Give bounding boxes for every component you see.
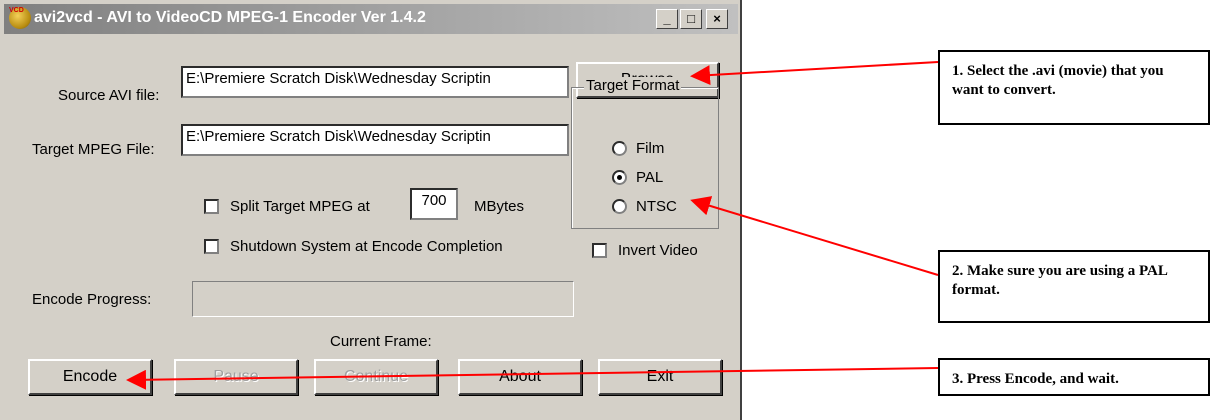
- arrow-to-browse: [690, 61, 939, 86]
- arrow-to-pal: [690, 196, 939, 276]
- annotation-arrows: [126, 61, 939, 390]
- arrow-to-encode: [126, 367, 939, 390]
